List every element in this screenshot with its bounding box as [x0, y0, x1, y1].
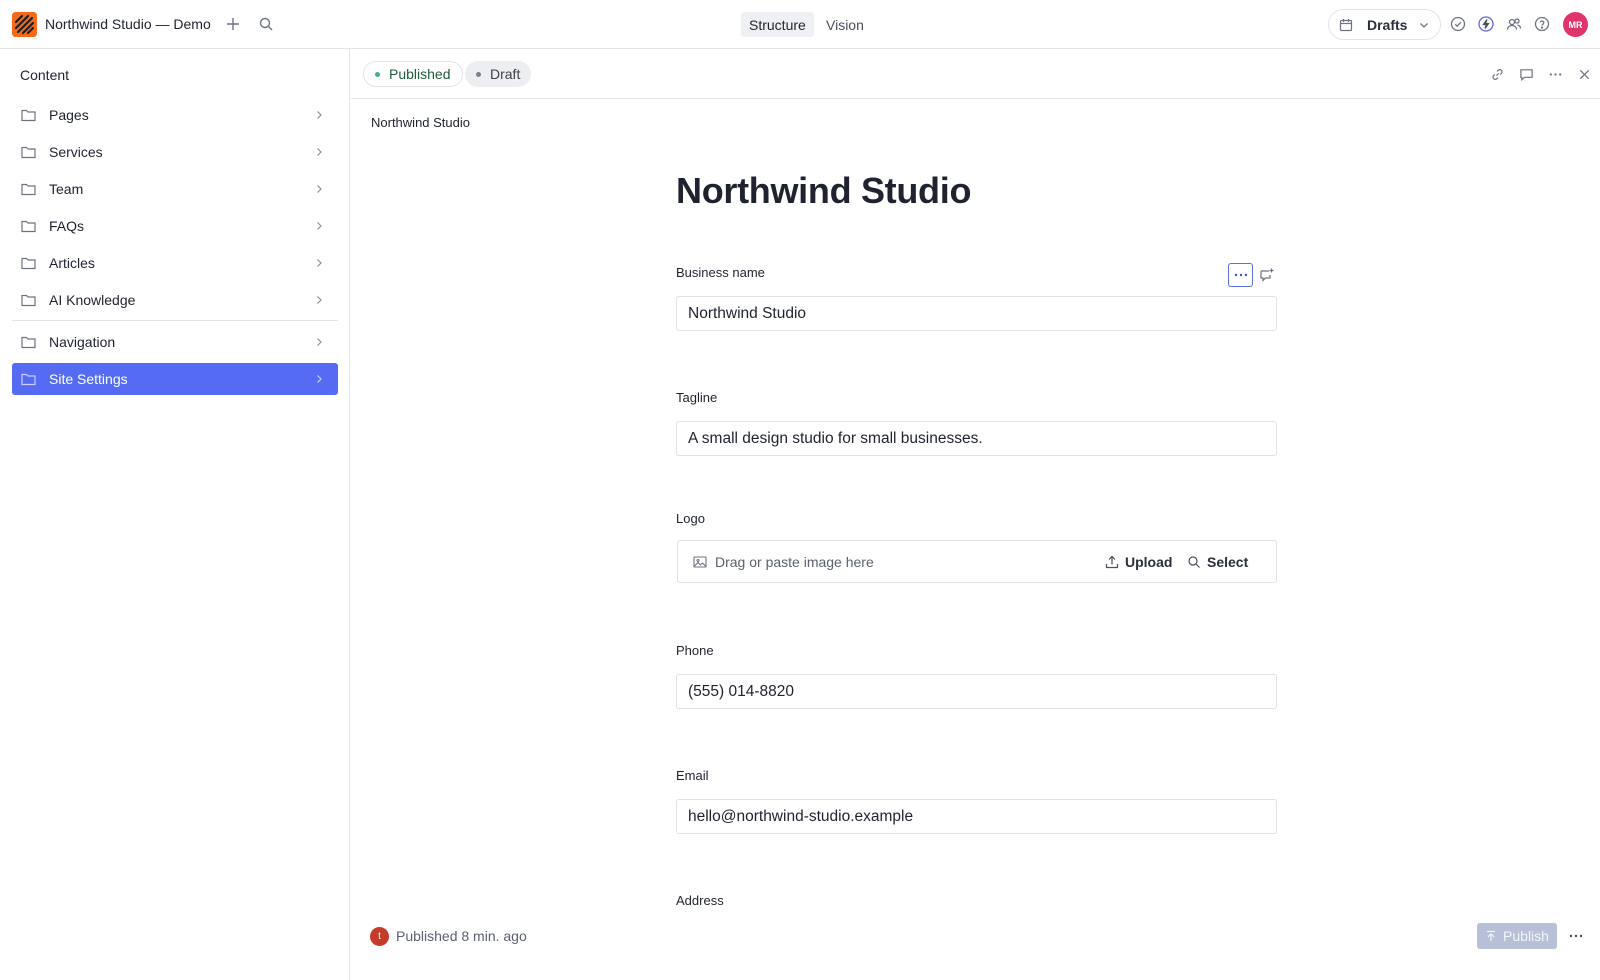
- sidebar-item-label: Services: [49, 144, 103, 160]
- document-breadcrumb: Northwind Studio: [371, 115, 470, 130]
- tagline-input[interactable]: [676, 421, 1277, 456]
- add-icon[interactable]: [220, 11, 246, 37]
- email-input[interactable]: [676, 799, 1277, 834]
- chevron-right-icon: [317, 338, 322, 346]
- folder-icon: [21, 257, 36, 270]
- sidebar-item-label: Team: [49, 181, 84, 197]
- more-actions-icon[interactable]: [1563, 923, 1589, 949]
- sidebar-item-label: Articles: [49, 255, 95, 271]
- select-label: Select: [1207, 554, 1249, 570]
- content-sidebar: Content Pages Services Team FAQs Article…: [0, 49, 350, 980]
- sidebar-item-navigation[interactable]: Navigation: [12, 326, 338, 358]
- release-select-label: Drafts: [1367, 16, 1408, 33]
- sanity-logo-icon[interactable]: [12, 12, 37, 37]
- folder-icon: [21, 373, 36, 386]
- chevron-right-icon: [317, 111, 322, 119]
- publish-status: Published 8 min. ago: [396, 928, 527, 944]
- release-select[interactable]: Drafts: [1328, 9, 1441, 40]
- publish-button[interactable]: Publish: [1477, 923, 1557, 949]
- author-avatar: t: [370, 927, 389, 946]
- published-version-pill[interactable]: Published: [363, 61, 463, 87]
- phone-input[interactable]: [676, 674, 1277, 709]
- select-button[interactable]: Select: [1181, 549, 1254, 575]
- close-icon[interactable]: [1572, 62, 1596, 86]
- sidebar-item-pages[interactable]: Pages: [12, 99, 338, 131]
- sidebar-divider: [12, 320, 338, 321]
- publish-label: Publish: [1503, 928, 1549, 944]
- more-icon[interactable]: [1543, 62, 1567, 86]
- phone-label: Phone: [676, 643, 714, 658]
- users-icon[interactable]: [1501, 11, 1527, 37]
- document-pane: Published Draft Northwind Studio Northwi…: [351, 49, 1600, 980]
- link-icon[interactable]: [1485, 62, 1509, 86]
- sidebar-item-ai-knowledge[interactable]: AI Knowledge: [12, 284, 338, 316]
- sidebar-item-label: Navigation: [49, 334, 116, 350]
- logo-label: Logo: [676, 511, 705, 526]
- folder-icon: [21, 294, 36, 307]
- comment-icon[interactable]: [1514, 62, 1538, 86]
- bolt-icon[interactable]: [1473, 11, 1499, 37]
- chevron-right-icon: [317, 375, 322, 383]
- publish-icon: [1487, 930, 1496, 941]
- sidebar-item-label: AI Knowledge: [49, 292, 136, 308]
- chevron-right-icon: [317, 148, 322, 156]
- status-dot: [476, 71, 481, 77]
- sidebar-item-services[interactable]: Services: [12, 136, 338, 168]
- folder-icon: [21, 220, 36, 233]
- add-comment-icon[interactable]: [1257, 265, 1277, 285]
- check-circle-icon[interactable]: [1445, 11, 1471, 37]
- folder-icon: [21, 183, 36, 196]
- calendar-icon: [1339, 18, 1353, 31]
- upload-button[interactable]: Upload: [1099, 549, 1178, 575]
- chevron-right-icon: [317, 259, 322, 267]
- business-name-label: Business name: [676, 265, 765, 280]
- sidebar-item-label: Pages: [49, 107, 89, 123]
- sidebar-item-label: Site Settings: [49, 371, 128, 387]
- sidebar-item-faqs[interactable]: FAQs: [12, 210, 338, 242]
- folder-icon: [21, 336, 36, 349]
- email-label: Email: [676, 768, 709, 783]
- logo-image-dropzone[interactable]: Drag or paste image here Upload Select: [677, 540, 1277, 583]
- sidebar-item-team[interactable]: Team: [12, 173, 338, 205]
- document-header: Published Draft: [351, 49, 1600, 99]
- search-icon[interactable]: [253, 11, 279, 37]
- help-icon[interactable]: [1529, 11, 1555, 37]
- sidebar-item-articles[interactable]: Articles: [12, 247, 338, 279]
- chevron-right-icon: [317, 296, 322, 304]
- chevron-right-icon: [317, 222, 322, 230]
- sidebar-heading: Content: [20, 67, 70, 83]
- sidebar-item-label: FAQs: [49, 218, 85, 234]
- chevron-down-icon: [1420, 23, 1428, 28]
- upload-label: Upload: [1125, 554, 1173, 570]
- sidebar-item-site-settings[interactable]: Site Settings: [12, 363, 338, 395]
- upload-icon: [1105, 555, 1119, 569]
- tab-structure[interactable]: Structure: [741, 12, 814, 37]
- draft-label: Draft: [490, 66, 521, 82]
- address-label: Address: [676, 893, 724, 908]
- tab-vision[interactable]: Vision: [818, 12, 872, 37]
- published-label: Published: [389, 66, 451, 82]
- tagline-label: Tagline: [676, 390, 718, 405]
- field-actions-button[interactable]: [1228, 263, 1253, 287]
- chevron-right-icon: [317, 185, 322, 193]
- draft-version-pill[interactable]: Draft: [465, 61, 532, 87]
- status-dot: [375, 71, 380, 77]
- image-icon: [693, 556, 707, 568]
- business-name-input[interactable]: [676, 296, 1277, 331]
- folder-icon: [21, 109, 36, 122]
- user-avatar[interactable]: MR: [1563, 12, 1588, 37]
- search-icon: [1188, 556, 1200, 568]
- dropzone-hint: Drag or paste image here: [715, 554, 874, 570]
- app-title[interactable]: Northwind Studio — Demo: [45, 16, 211, 32]
- document-title: Northwind Studio: [676, 170, 972, 211]
- folder-icon: [21, 146, 36, 159]
- top-bar: Northwind Studio — Demo Structure Vision…: [0, 0, 1600, 49]
